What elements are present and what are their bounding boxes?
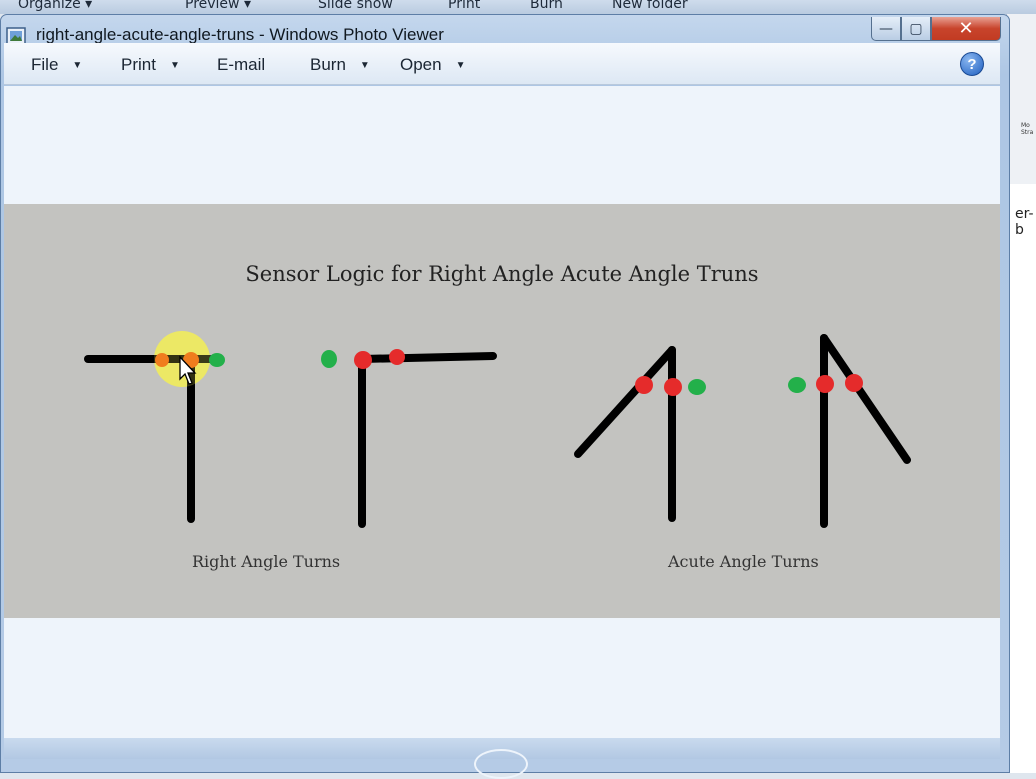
- track-line: [358, 352, 497, 363]
- chevron-down-icon: ▼: [359, 59, 370, 71]
- menu-print-label: Print: [121, 55, 156, 74]
- sensor-dot: [321, 350, 337, 368]
- menu-print[interactable]: Print ▼: [121, 55, 180, 75]
- track-line: [820, 334, 911, 464]
- sensor-dot: [389, 349, 405, 365]
- background-window-edge: Mo Stra er-b: [1006, 14, 1036, 773]
- bg-toolbar-slideshow: Slide show: [318, 0, 393, 12]
- sensor-dot: [155, 353, 169, 367]
- sensor-dot: [635, 376, 653, 394]
- bg-toolbar-print: Print: [448, 0, 481, 12]
- maximize-button[interactable]: ▢: [901, 17, 931, 41]
- background-mini-text: Mo Stra: [1021, 122, 1034, 136]
- caption-right-angle: Right Angle Turns: [192, 552, 341, 571]
- menu-burn[interactable]: Burn ▼: [310, 55, 370, 75]
- track-line: [574, 346, 676, 458]
- menu-burn-label: Burn: [310, 55, 346, 74]
- menu-open-label: Open: [400, 55, 442, 74]
- photo-display-area: Sensor Logic for Right Angle Acute Angle…: [4, 86, 1000, 738]
- bg-toolbar-organize: Organize ▾: [18, 0, 93, 12]
- menu-email-label: E-mail: [217, 55, 266, 74]
- sensor-dot: [788, 377, 806, 393]
- menu-open[interactable]: Open ▼: [400, 55, 466, 75]
- bg-toolbar-new-folder: New folder: [612, 0, 688, 12]
- background-window-shadow: [1007, 14, 1036, 184]
- sensor-dot: [664, 378, 682, 396]
- window-controls: — ▢ ✕: [871, 17, 1001, 45]
- background-explorer-toolbar: Organize ▾ Preview ▾ Slide show Print Bu…: [0, 0, 1036, 14]
- bottom-controls-bar: [4, 738, 1000, 779]
- minimize-button[interactable]: —: [871, 17, 901, 41]
- chevron-down-icon: ▼: [169, 59, 180, 71]
- bg-toolbar-burn: Burn: [530, 0, 563, 12]
- displayed-image: Sensor Logic for Right Angle Acute Angle…: [4, 204, 1000, 618]
- chevron-down-icon: ▼: [455, 59, 466, 71]
- menu-file-label: File: [31, 55, 59, 74]
- sensor-dot: [354, 351, 372, 369]
- sensor-dot: [688, 379, 706, 395]
- menu-bar: File ▼ Print ▼ E-mail Burn ▼ Open ▼ ?: [4, 43, 1000, 85]
- sensor-dot: [845, 374, 863, 392]
- help-icon[interactable]: ?: [960, 52, 984, 76]
- background-partial-text: er-b: [1015, 206, 1034, 238]
- sensor-dot: [816, 375, 834, 393]
- menu-email[interactable]: E-mail: [217, 55, 265, 75]
- play-slideshow-button[interactable]: [474, 749, 528, 779]
- sensor-dot: [209, 353, 225, 367]
- window-title: right-angle-acute-angle-truns - Windows …: [36, 25, 444, 44]
- menu-file[interactable]: File ▼: [31, 55, 82, 75]
- close-button[interactable]: ✕: [931, 17, 1001, 41]
- sensor-diagram: [84, 331, 911, 528]
- chevron-down-icon: ▼: [72, 59, 83, 71]
- caption-acute-angle: Acute Angle Turns: [668, 552, 819, 571]
- bg-toolbar-preview: Preview ▾: [185, 0, 251, 12]
